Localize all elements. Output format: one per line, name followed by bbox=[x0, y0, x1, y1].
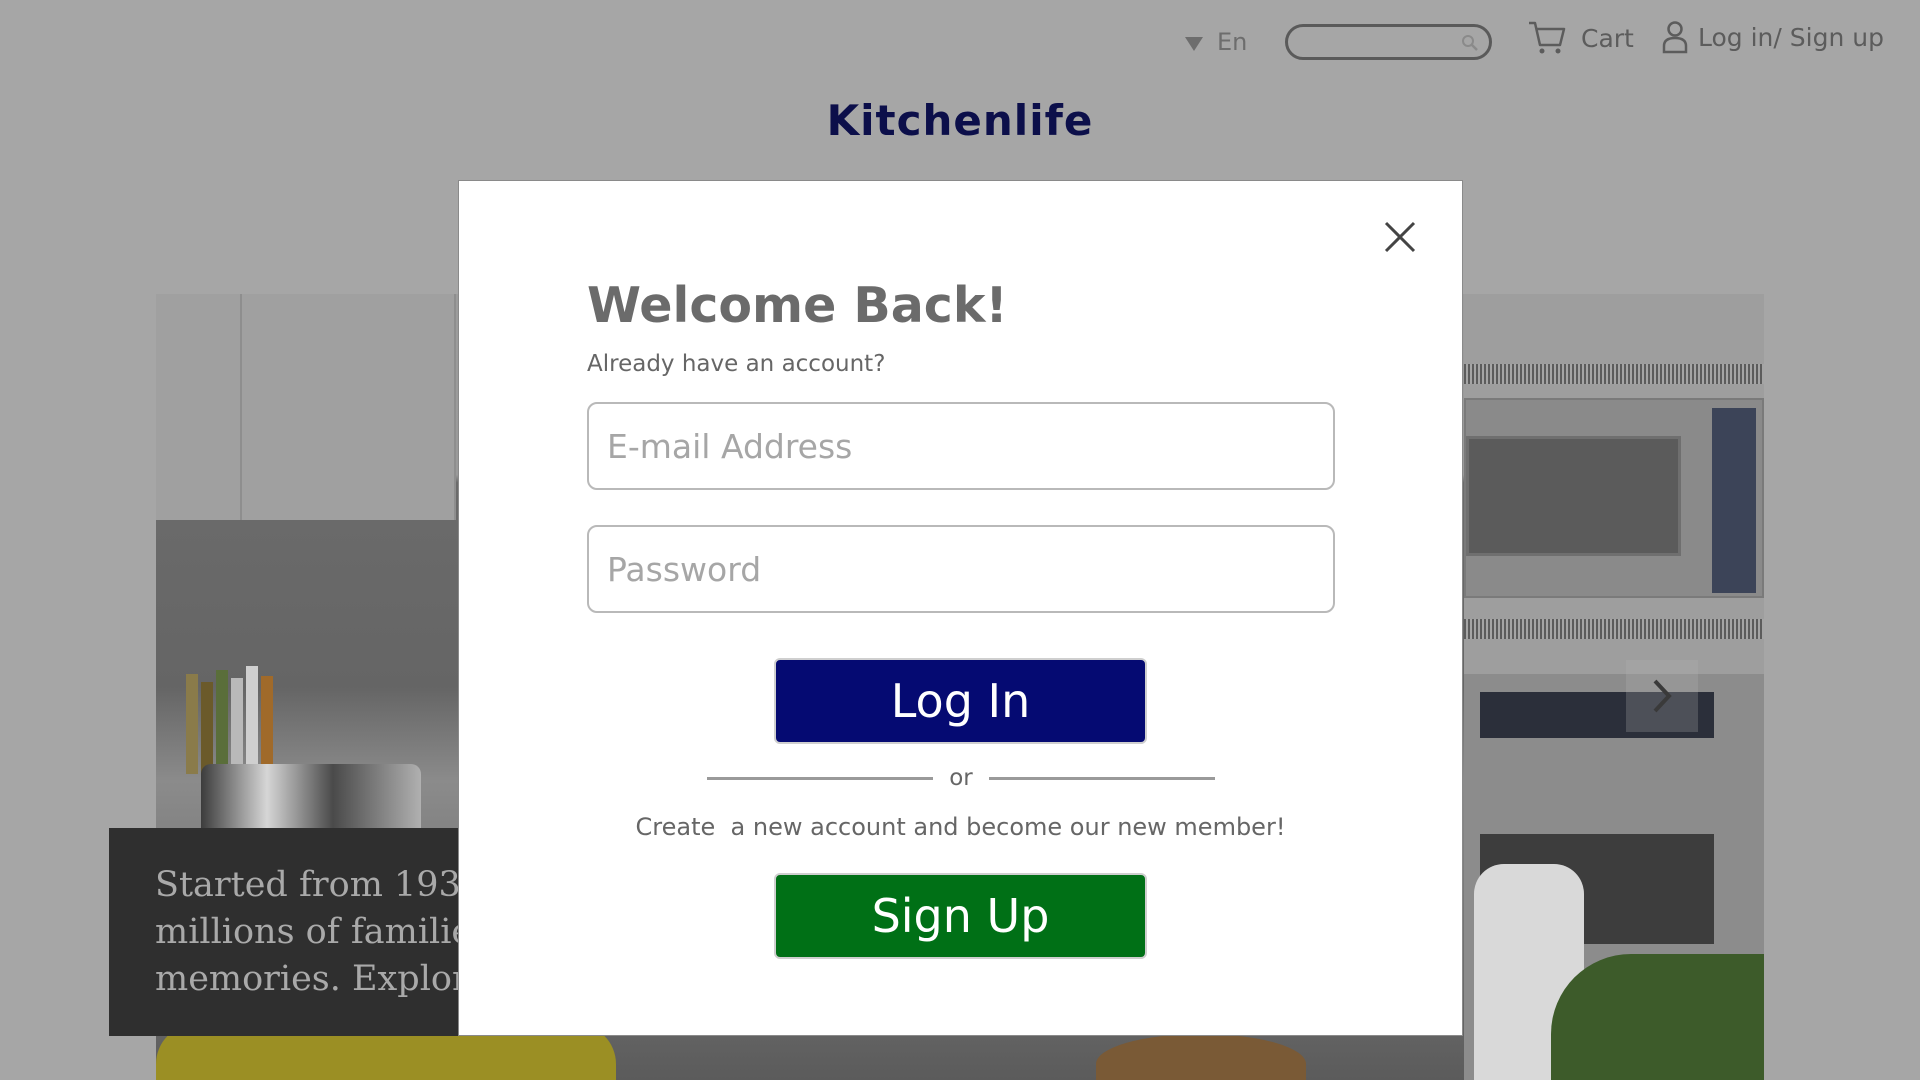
user-icon bbox=[1662, 21, 1688, 54]
hero-cabinet bbox=[156, 294, 456, 520]
hero-caption: Started from 1932, millions of families … bbox=[109, 828, 494, 1036]
search-icon[interactable] bbox=[1461, 34, 1479, 52]
cart-label: Cart bbox=[1581, 23, 1634, 53]
or-label: or bbox=[949, 765, 973, 791]
password-field[interactable] bbox=[587, 525, 1335, 613]
login-signup-label: Log in/ Sign up bbox=[1698, 22, 1884, 52]
or-divider: or bbox=[707, 761, 1215, 795]
modal-subtitle: Already have an account? bbox=[587, 351, 886, 377]
divider-line-right bbox=[989, 776, 1215, 780]
carousel-next-button[interactable] bbox=[1626, 660, 1698, 732]
signup-button[interactable]: Sign Up bbox=[774, 873, 1147, 959]
dropdown-triangle-icon bbox=[1185, 36, 1203, 51]
divider-line-left bbox=[707, 776, 933, 780]
modal-title: Welcome Back! bbox=[587, 277, 1008, 334]
email-field[interactable] bbox=[587, 402, 1335, 490]
login-signup-link[interactable]: Log in/ Sign up bbox=[1662, 20, 1884, 54]
hero-microwave bbox=[1464, 398, 1764, 598]
brand-logo[interactable]: Kitchenlife bbox=[0, 96, 1920, 145]
login-modal: Welcome Back! Already have an account? L… bbox=[458, 180, 1463, 1036]
chevron-right-icon bbox=[1653, 679, 1672, 713]
close-icon[interactable] bbox=[1378, 215, 1422, 259]
top-navigation: En Cart Log in/ Sign up bbox=[0, 18, 1920, 68]
cart-link[interactable]: Cart bbox=[1527, 20, 1634, 56]
language-selector[interactable]: En bbox=[1185, 28, 1247, 56]
cart-icon bbox=[1529, 21, 1566, 54]
create-account-text: Create a new account and become our new … bbox=[635, 813, 1286, 841]
language-label: En bbox=[1217, 28, 1248, 56]
login-button[interactable]: Log In bbox=[774, 658, 1147, 744]
hero-books bbox=[186, 664, 336, 774]
search-input[interactable] bbox=[1285, 24, 1492, 60]
